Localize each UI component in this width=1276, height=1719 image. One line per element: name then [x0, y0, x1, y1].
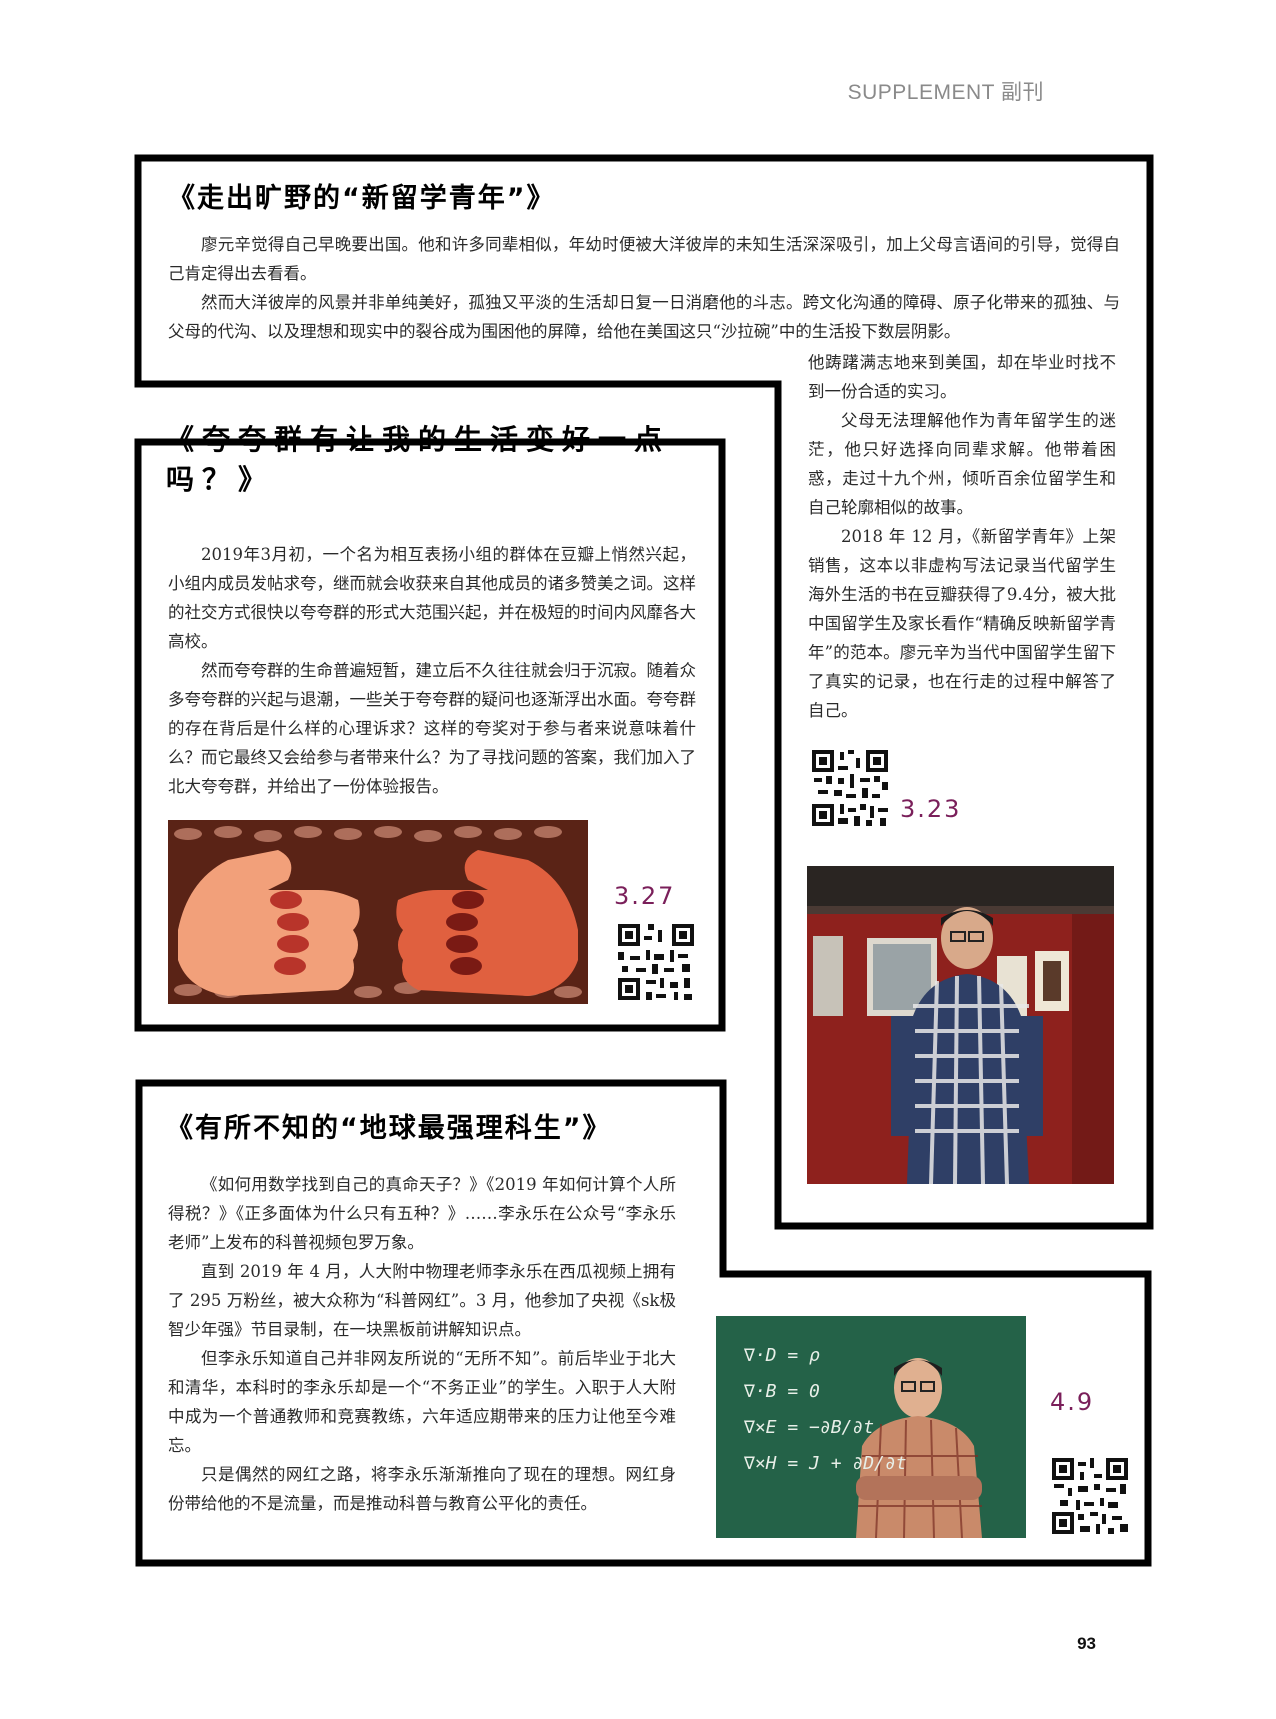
publish-date-article-2: 3.27 [614, 882, 676, 910]
article-2-paragraph: 然而夸夸群的生命普遍短暂，建立后不久往往就会归于沉寂。随着众多夸夸群的兴起与退潮… [168, 661, 696, 796]
qr-code-article-2[interactable] [616, 922, 696, 1006]
blackboard-equations: ∇·D = ρ ∇·B = 0 ∇×E = −∂B/∂t ∇×H = J + ∂… [744, 1338, 907, 1482]
photo-teacher-blackboard: ∇·D = ρ ∇·B = 0 ∇×E = −∂B/∂t ∇×H = J + ∂… [716, 1316, 1026, 1538]
illustration-hands [168, 820, 588, 1004]
article-2-body: 2019年3月初，一个名为相互表扬小组的群体在豆瓣上悄然兴起，小组内成员发帖求夸… [168, 540, 696, 801]
photo-author-gallery [807, 866, 1114, 1184]
article-1-paragraph: 他踌躇满志地来到美国，却在毕业时找不到一份合适的实习。 [808, 353, 1116, 401]
article-3-body: 《如何用数学找到自己的真命天子？》《2019 年如何计算个人所得税？》《正多面体… [168, 1170, 676, 1518]
qr-code-icon [1050, 1456, 1130, 1536]
article-3-paragraph: 只是偶然的网红之路，将李永乐渐渐推向了现在的理想。网红身份带给他的不是流量，而是… [168, 1465, 676, 1513]
equation-line: ∇×H = J + ∂D/∂t [744, 1453, 907, 1474]
article-1-title: 《走出旷野的“新留学青年”》 [168, 183, 556, 214]
qr-code-icon [616, 922, 696, 1002]
qr-code-article-3[interactable] [1050, 1456, 1130, 1540]
page-number: 93 [1077, 1634, 1096, 1653]
article-2-title: 《夸夸群有让我的生活变好一点吗？》 [166, 423, 671, 496]
article-1-paragraph: 廖元辛觉得自己早晚要出国。他和许多同辈相似，年幼时便被大洋彼岸的未知生活深深吸引… [168, 235, 1120, 283]
article-1-body-top: 廖元辛觉得自己早晚要出国。他和许多同辈相似，年幼时便被大洋彼岸的未知生活深深吸引… [168, 230, 1120, 346]
equation-line: ∇·D = ρ [744, 1345, 820, 1366]
article-3-paragraph: 但李永乐知道自己并非网友所说的“无所不知”。前后毕业于北大和清华，本科时的李永乐… [168, 1349, 676, 1455]
publish-date-article-1: 3.23 [900, 795, 962, 823]
article-1-paragraph: 然而大洋彼岸的风景并非单纯美好，孤独又平淡的生活却日复一日消磨他的斗志。跨文化沟… [168, 293, 1120, 341]
article-3-paragraph: 直到 2019 年 4 月，人大附中物理老师李永乐在西瓜视频上拥有了 295 万… [168, 1262, 676, 1339]
qr-code-article-1[interactable] [810, 748, 890, 832]
article-3-paragraph: 《如何用数学找到自己的真命天子？》《2019 年如何计算个人所得税？》《正多面体… [168, 1175, 676, 1252]
article-2-paragraph: 2019年3月初，一个名为相互表扬小组的群体在豆瓣上悄然兴起，小组内成员发帖求夸… [168, 545, 696, 651]
article-1-paragraph: 父母无法理解他作为青年留学生的迷茫，他只好选择向同辈求解。他带着困惑，走过十九个… [808, 411, 1116, 517]
article-1-body-side: 他踌躇满志地来到美国，却在毕业时找不到一份合适的实习。 父母无法理解他作为青年留… [808, 348, 1116, 725]
equation-line: ∇·B = 0 [744, 1381, 820, 1402]
article-3-title: 《有所不知的“地球最强理科生”》 [166, 1113, 612, 1144]
publish-date-article-3: 4.9 [1050, 1388, 1095, 1416]
article-1-paragraph: 2018 年 12 月，《新留学青年》上架销售，这本以非虚构写法记录当代留学生海… [808, 527, 1116, 720]
qr-code-icon [810, 748, 890, 828]
equation-line: ∇×E = −∂B/∂t [744, 1417, 875, 1438]
